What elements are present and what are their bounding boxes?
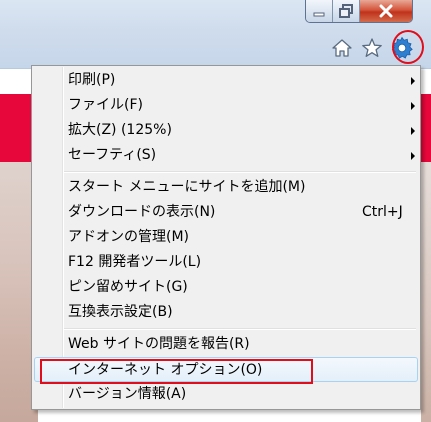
menu-separator bbox=[64, 171, 416, 173]
menu-item-label: Web サイトの問題を報告(R) bbox=[68, 336, 250, 352]
close-icon bbox=[379, 4, 393, 18]
minimize-icon bbox=[313, 12, 325, 17]
menu-item-label: スタート メニューにサイトを追加(M) bbox=[68, 179, 306, 195]
caption-buttons bbox=[305, 0, 413, 23]
menu-item-report-problems[interactable]: Web サイトの問題を報告(R) bbox=[34, 332, 418, 357]
menu-item-label: 印刷(P) bbox=[68, 72, 116, 88]
menu-item-about[interactable]: バージョン情報(A) bbox=[34, 382, 418, 407]
page-red-banner-right bbox=[421, 94, 431, 162]
submenu-arrow-icon bbox=[411, 152, 415, 160]
menu-item-shortcut: Ctrl+J bbox=[362, 204, 403, 220]
menu-item-compatibility-view[interactable]: 互換表示設定(B) bbox=[34, 300, 418, 325]
maximize-button[interactable] bbox=[333, 0, 360, 22]
menu-item-add-site-to-start[interactable]: スタート メニューにサイトを追加(M) bbox=[34, 175, 418, 200]
home-icon[interactable] bbox=[330, 36, 354, 60]
page-background-image-right bbox=[421, 162, 431, 422]
menu-item-label: 互換表示設定(B) bbox=[68, 304, 173, 320]
menu-item-pinned-sites[interactable]: ピン留めサイト(G) bbox=[34, 275, 418, 300]
menu-item-label: ファイル(F) bbox=[68, 97, 143, 113]
menu-item-label: アドオンの管理(M) bbox=[68, 229, 190, 245]
menu-separator bbox=[64, 328, 416, 330]
menu-item-manage-addons[interactable]: アドオンの管理(M) bbox=[34, 225, 418, 250]
menu-item-label: F12 開発者ツール(L) bbox=[68, 254, 202, 270]
internet-options-highlight-box bbox=[40, 359, 313, 384]
close-button[interactable] bbox=[360, 0, 412, 22]
menu-item-label: 拡大(Z) (125%) bbox=[68, 122, 172, 138]
submenu-arrow-icon bbox=[411, 77, 415, 85]
menu-item-view-downloads[interactable]: ダウンロードの表示(N) Ctrl+J bbox=[34, 200, 418, 225]
gear-highlight-circle bbox=[392, 30, 424, 64]
menu-item-print[interactable]: 印刷(P) bbox=[34, 68, 418, 93]
menu-item-label: バージョン情報(A) bbox=[68, 386, 187, 402]
menu-item-safety[interactable]: セーフティ(S) bbox=[34, 143, 418, 168]
star-icon[interactable] bbox=[360, 36, 384, 60]
menu-item-label: セーフティ(S) bbox=[68, 147, 157, 163]
restore-icon bbox=[339, 4, 353, 18]
menu-item-label: ピン留めサイト(G) bbox=[68, 279, 188, 295]
minimize-button[interactable] bbox=[306, 0, 333, 22]
menu-item-label: ダウンロードの表示(N) bbox=[68, 204, 216, 220]
title-bar bbox=[0, 0, 431, 68]
menu-item-developer-tools[interactable]: F12 開発者ツール(L) bbox=[34, 250, 418, 275]
menu-item-file[interactable]: ファイル(F) bbox=[34, 93, 418, 118]
menu-item-zoom[interactable]: 拡大(Z) (125%) bbox=[34, 118, 418, 143]
submenu-arrow-icon bbox=[411, 127, 415, 135]
submenu-arrow-icon bbox=[411, 102, 415, 110]
